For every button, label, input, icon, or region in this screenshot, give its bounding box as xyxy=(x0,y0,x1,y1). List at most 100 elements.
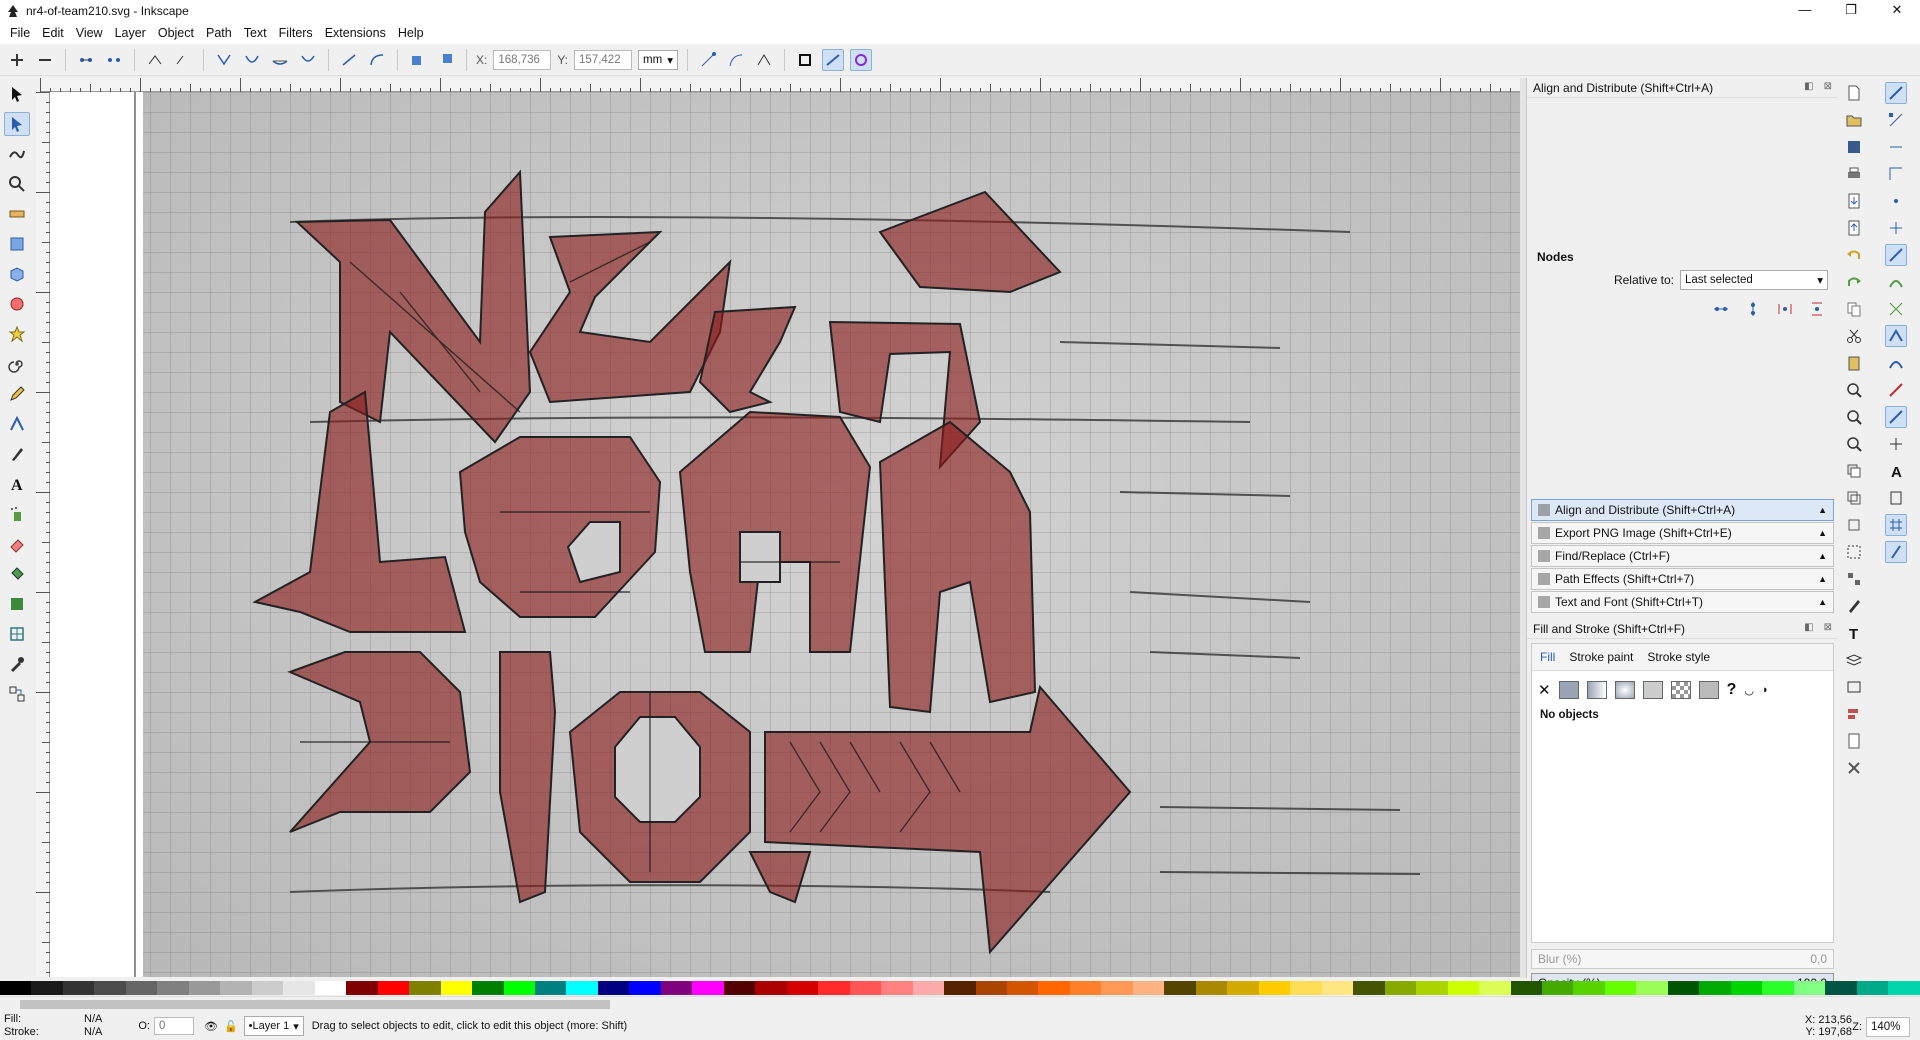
import-icon[interactable] xyxy=(1843,190,1865,212)
snap-intersections-icon[interactable] xyxy=(1885,298,1907,320)
palette-swatch[interactable] xyxy=(1510,981,1542,995)
join-segment-icon[interactable] xyxy=(144,49,166,71)
snap-nodes-icon[interactable] xyxy=(1885,244,1907,266)
menu-file[interactable]: File xyxy=(10,26,30,40)
open-file-icon[interactable] xyxy=(1843,109,1865,131)
preferences-icon[interactable] xyxy=(1843,757,1865,779)
zoom-drawing-icon[interactable] xyxy=(1843,406,1865,428)
align-nodes-horizontal-icon[interactable] xyxy=(1710,298,1732,320)
text-tool-icon[interactable]: A xyxy=(4,472,30,496)
palette-swatch[interactable] xyxy=(692,981,724,995)
snap-text-baseline-icon[interactable]: A xyxy=(1885,460,1907,482)
star-tool-icon[interactable] xyxy=(4,322,30,346)
tab-fill[interactable]: Fill xyxy=(1540,650,1555,664)
palette-swatch[interactable] xyxy=(440,981,473,995)
text-font-dialog-icon[interactable]: T xyxy=(1843,622,1865,644)
palette-swatch[interactable] xyxy=(125,981,158,995)
palette-swatch[interactable] xyxy=(944,981,976,995)
zoom-selection-icon[interactable] xyxy=(1843,379,1865,401)
close-dialog-icon[interactable]: ⊠ xyxy=(1824,81,1832,92)
menu-text[interactable]: Text xyxy=(244,26,267,40)
ungroup-icon[interactable] xyxy=(1843,568,1865,590)
spray-tool-icon[interactable] xyxy=(4,502,30,526)
palette-swatch[interactable] xyxy=(1069,981,1102,995)
palette-swatch[interactable] xyxy=(629,981,661,995)
snap-rotation-center-icon[interactable] xyxy=(1885,433,1907,455)
eraser-tool-icon[interactable] xyxy=(4,532,30,556)
align-nodes-vertical-icon[interactable] xyxy=(1742,298,1764,320)
palette-swatch[interactable] xyxy=(94,981,126,995)
redo-icon[interactable] xyxy=(1843,271,1865,293)
unlink-clone-icon[interactable] xyxy=(1843,514,1865,536)
palette-swatch[interactable] xyxy=(1888,981,1920,995)
flat-color-icon[interactable] xyxy=(1558,681,1579,699)
cut-icon[interactable] xyxy=(1843,325,1865,347)
fill-stroke-dialog-icon[interactable] xyxy=(1843,595,1865,617)
opacity-input[interactable]: 0 xyxy=(153,1017,194,1035)
mask-edit-icon[interactable] xyxy=(822,48,845,71)
rectangle-tool-icon[interactable] xyxy=(4,232,30,256)
palette-swatch[interactable] xyxy=(220,981,252,995)
palette-swatch[interactable] xyxy=(157,981,189,995)
paint-bucket-tool-icon[interactable] xyxy=(4,562,30,586)
palette-swatch[interactable] xyxy=(251,981,284,995)
palette-swatch[interactable] xyxy=(912,981,945,995)
layer-visibility-icon[interactable]: 👁 xyxy=(204,1020,218,1033)
print-icon[interactable] xyxy=(1843,163,1865,185)
palette-swatch[interactable] xyxy=(1132,981,1165,995)
undo-icon[interactable] xyxy=(1843,244,1865,266)
linear-gradient-icon[interactable] xyxy=(1586,681,1607,699)
palette-swatch[interactable] xyxy=(1416,981,1448,995)
snap-bbox-icon[interactable] xyxy=(1885,109,1907,131)
palette-swatch[interactable] xyxy=(597,981,630,995)
copy-icon[interactable] xyxy=(1843,298,1865,320)
layer-lock-icon[interactable]: 🔓 xyxy=(224,1020,238,1033)
xml-editor-icon[interactable] xyxy=(1843,676,1865,698)
palette-swatch[interactable] xyxy=(1636,981,1668,995)
palette-swatch[interactable] xyxy=(1038,981,1070,995)
tab-stroke-paint[interactable]: Stroke paint xyxy=(1569,650,1633,664)
palette-swatch[interactable] xyxy=(723,981,756,995)
3d-box-tool-icon[interactable] xyxy=(4,262,30,286)
make-line-icon[interactable] xyxy=(338,49,360,71)
connector-tool-icon[interactable] xyxy=(4,682,30,706)
blur-slider[interactable]: Blur (%) 0,0 xyxy=(1531,949,1834,969)
delete-segment-icon[interactable] xyxy=(172,49,194,71)
palette-swatch[interactable] xyxy=(534,981,567,995)
section-export-png[interactable]: Export PNG Image (Shift+Ctrl+E) ▲ xyxy=(1531,522,1834,544)
snap-bbox-corner-icon[interactable] xyxy=(1885,163,1907,185)
snap-object-midpoints-icon[interactable] xyxy=(1885,406,1907,428)
snap-bbox-midpoint-icon[interactable] xyxy=(1885,190,1907,212)
snap-bbox-center-icon[interactable] xyxy=(1885,217,1907,239)
radial-gradient-icon[interactable] xyxy=(1614,681,1635,699)
menu-help[interactable]: Help xyxy=(398,26,424,40)
menu-layer[interactable]: Layer xyxy=(115,26,146,40)
menu-path[interactable]: Path xyxy=(206,26,232,40)
palette-swatch[interactable] xyxy=(1825,981,1857,995)
unit-select[interactable]: mm ▾ xyxy=(638,49,679,70)
palette-swatch[interactable] xyxy=(1384,981,1417,995)
drawing-canvas[interactable] xyxy=(50,92,1520,977)
snap-enable-icon[interactable] xyxy=(1885,82,1907,104)
canvas-horizontal-scrollbar[interactable] xyxy=(0,996,1920,1012)
menu-view[interactable]: View xyxy=(76,26,103,40)
snap-cusp-nodes-icon[interactable] xyxy=(1885,325,1907,347)
object-to-path-icon[interactable] xyxy=(407,49,429,71)
snap-guide-icon[interactable] xyxy=(1885,541,1907,563)
palette-swatch[interactable] xyxy=(1164,981,1196,995)
layer-select[interactable]: •Layer 1 ▾ xyxy=(243,1016,304,1036)
no-paint-icon[interactable]: ✕ xyxy=(1538,681,1551,699)
menu-edit[interactable]: Edit xyxy=(42,26,64,40)
pen-tool-icon[interactable] xyxy=(4,412,30,436)
calligraphy-tool-icon[interactable] xyxy=(4,442,30,466)
snap-bbox-edge-icon[interactable] xyxy=(1885,136,1907,158)
palette-swatch[interactable] xyxy=(881,981,913,995)
palette-swatch[interactable] xyxy=(314,981,347,995)
symmetric-node-icon[interactable] xyxy=(269,49,291,71)
zoom-page-icon[interactable] xyxy=(1843,433,1865,455)
palette-swatch[interactable] xyxy=(346,981,378,995)
layers-dialog-icon[interactable] xyxy=(1843,649,1865,671)
menu-object[interactable]: Object xyxy=(158,26,194,40)
node-tool-icon[interactable] xyxy=(4,112,30,136)
close-button[interactable]: ✕ xyxy=(1874,0,1920,22)
